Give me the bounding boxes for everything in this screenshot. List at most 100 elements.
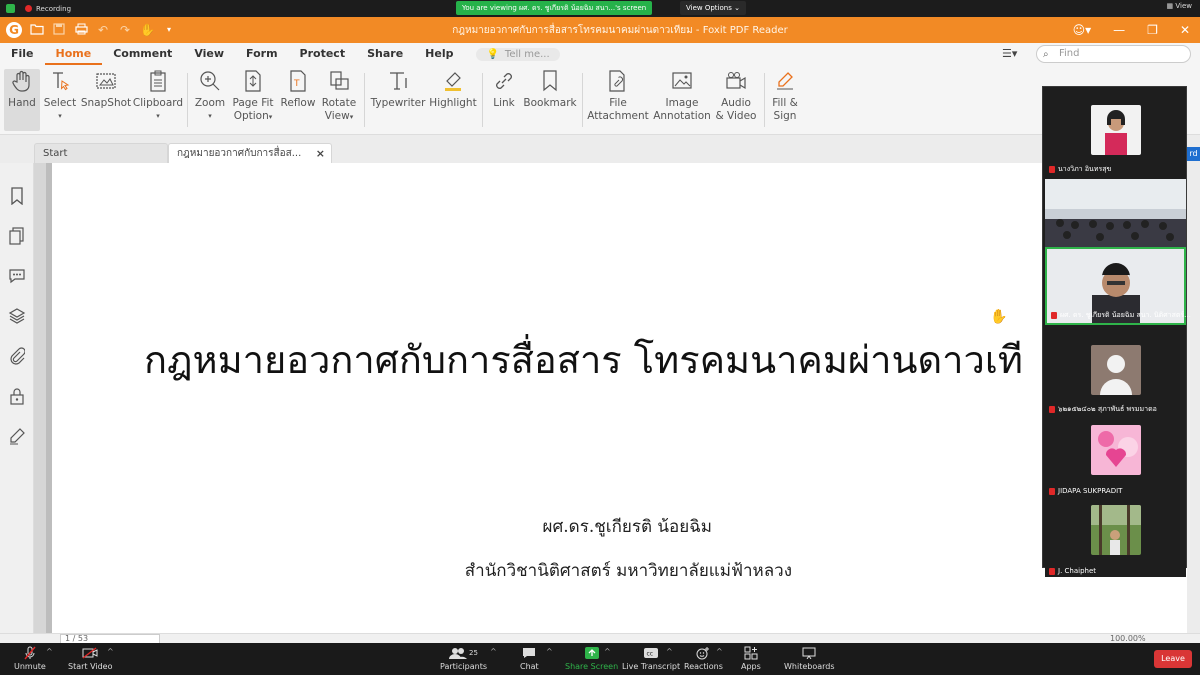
audio-options-caret-icon[interactable]: ^ [46, 647, 53, 656]
menu-help[interactable]: Help [414, 43, 464, 65]
leave-meeting-button[interactable]: Leave [1154, 650, 1192, 668]
tell-me-placeholder: Tell me... [504, 48, 550, 60]
document-tab-bar: Start กฎหมายอวกาศกับการสื่อส... × [0, 135, 1200, 163]
reflow-button[interactable]: T Reflow [280, 69, 316, 131]
pdf-page[interactable]: กฎหมายอวกาศกับการสื่อสาร โทรคมนาคมผ่านดา… [46, 163, 1200, 641]
bookmark-panel-icon[interactable] [8, 187, 26, 205]
select-dropdown-icon: ▾ [58, 112, 62, 120]
apps-button[interactable]: Apps [741, 646, 761, 671]
hand-label: Hand [8, 97, 36, 109]
chat-icon [521, 646, 537, 660]
link-button[interactable]: Link [488, 69, 520, 131]
menu-file[interactable]: File [0, 43, 45, 65]
file-attachment-icon [606, 69, 630, 93]
participant-tile[interactable]: JIDAPA SUKPRADIT [1045, 419, 1186, 497]
menu-comment[interactable]: Comment [102, 43, 183, 65]
close-window-icon[interactable]: ✕ [1180, 23, 1190, 37]
video-options-caret-icon[interactable]: ^ [107, 647, 114, 656]
rotate-view-button[interactable]: Rotate View▾ [318, 69, 360, 131]
menu-view[interactable]: View [183, 43, 235, 65]
svg-text:cc: cc [647, 651, 654, 658]
print-icon[interactable] [74, 23, 88, 37]
tell-me-search[interactable]: 💡 Tell me... [476, 47, 560, 61]
snapshot-button[interactable]: SnapShot [80, 69, 132, 131]
audio-video-button[interactable]: Audio & Video [714, 69, 758, 131]
reactions-caret-icon[interactable]: ^ [716, 647, 723, 656]
tab-start-label: Start [43, 148, 68, 159]
zoom-button[interactable]: Zoom ▾ [192, 69, 228, 131]
typewriter-label: Typewriter [370, 97, 426, 109]
menu-form[interactable]: Form [235, 43, 289, 65]
ribbon-divider [364, 73, 365, 127]
image-annotation-button[interactable]: Image Annotation [652, 69, 712, 131]
minimize-icon[interactable]: — [1113, 23, 1125, 37]
participant-video-panel: นางวิภา อินทรสุข jintana ผศ. ดร. ชูเกียร… [1042, 86, 1191, 577]
participants-caret-icon[interactable]: ^ [490, 647, 497, 656]
attachments-panel-icon[interactable] [8, 347, 26, 365]
menu-share[interactable]: Share [356, 43, 414, 65]
layers-panel-icon[interactable] [8, 307, 26, 325]
whiteboards-button[interactable]: Whiteboards [784, 646, 835, 671]
clipboard-button[interactable]: Clipboard ▾ [133, 69, 183, 131]
customize-quick-access-icon[interactable]: ▾ [162, 23, 176, 37]
participant-avatar-image [1091, 505, 1141, 555]
foxit-logo[interactable]: G [6, 22, 22, 38]
pages-panel-icon[interactable] [8, 227, 26, 245]
participant-tile[interactable]: นางวิภา อินทรสุข [1045, 99, 1186, 177]
view-button[interactable]: ▦ View [1167, 2, 1192, 10]
hand-tool-dropdown-icon[interactable]: ✋ [140, 23, 155, 37]
select-tool-button[interactable]: Select ▾ [42, 69, 78, 131]
search-options-icon[interactable]: ☰▾ [1002, 47, 1017, 60]
menu-protect[interactable]: Protect [289, 43, 357, 65]
participant-name: ๖๒๑๕๒๔๐๒ สุภาพันธ์ พรมมาดอ [1049, 404, 1157, 415]
bookmark-button[interactable]: Bookmark [523, 69, 577, 131]
menu-home[interactable]: Home [44, 43, 103, 65]
find-input[interactable]: ⌕ Find [1036, 45, 1191, 63]
participants-button[interactable]: 25 Participants [440, 646, 487, 671]
transcript-caret-icon[interactable]: ^ [666, 647, 673, 656]
tab-start[interactable]: Start [34, 143, 168, 163]
open-folder-icon[interactable] [30, 23, 44, 37]
participant-tile[interactable]: J. Chaiphet [1045, 499, 1186, 577]
participant-tile-active-speaker[interactable]: ผศ. ดร. ชูเกียรติ น้อยฉิม สนา. นิติศาสตร… [1045, 247, 1191, 325]
side-tag[interactable]: rd [1187, 147, 1200, 161]
unmute-button[interactable]: Unmute [14, 646, 46, 671]
undo-icon[interactable]: ↶ [96, 23, 110, 37]
share-screen-label: Share Screen [565, 662, 619, 671]
page-fit-option-button[interactable]: Page Fit Option▾ [230, 69, 276, 131]
chat-caret-icon[interactable]: ^ [546, 647, 553, 656]
close-tab-icon[interactable]: × [316, 144, 325, 164]
recording-indicator: Recording [6, 4, 71, 13]
restore-icon[interactable]: ❐ [1147, 23, 1158, 37]
share-caret-icon[interactable]: ^ [604, 647, 611, 656]
highlight-button[interactable]: Highlight [429, 69, 477, 131]
tab-current-document[interactable]: กฎหมายอวกาศกับการสื่อส... × [168, 143, 332, 163]
security-panel-icon[interactable] [8, 387, 26, 405]
fill-sign-button[interactable]: Fill & Sign [768, 69, 802, 131]
comments-panel-icon[interactable] [8, 267, 26, 285]
participant-tile[interactable]: ๖๒๑๕๒๔๐๒ สุภาพันธ์ พรมมาดอ [1045, 339, 1186, 417]
fill-sign-icon [773, 69, 797, 93]
snapshot-label: SnapShot [80, 97, 132, 109]
start-video-button[interactable]: Start Video [68, 646, 113, 671]
apps-icon [743, 646, 759, 660]
search-icon: ⌕ [1043, 49, 1049, 60]
typewriter-button[interactable]: Typewriter [370, 69, 426, 131]
bookmark-icon [538, 69, 562, 93]
hand-tool-button[interactable]: Hand [4, 69, 40, 131]
signatures-panel-icon[interactable] [8, 427, 26, 445]
participant-tile[interactable]: jintana [1045, 179, 1186, 257]
redo-icon[interactable]: ↷ [118, 23, 132, 37]
typewriter-icon [386, 69, 410, 93]
zoom-level[interactable]: 100.00% [1110, 634, 1146, 643]
view-options-button[interactable]: View Options ⌄ [680, 1, 746, 15]
svg-text:T: T [293, 79, 300, 89]
chat-button[interactable]: Chat [520, 646, 539, 671]
image-annotation-label-2: Annotation [653, 110, 711, 122]
save-icon[interactable] [52, 23, 66, 37]
zoom-icon [198, 69, 222, 93]
account-icon[interactable]: ☺▾ [1073, 23, 1092, 37]
document-view[interactable]: กฎหมายอวกาศกับการสื่อสาร โทรคมนาคมผ่านดา… [34, 163, 1200, 641]
whiteboards-label: Whiteboards [784, 662, 835, 671]
file-attachment-button[interactable]: File Attachment [587, 69, 649, 131]
